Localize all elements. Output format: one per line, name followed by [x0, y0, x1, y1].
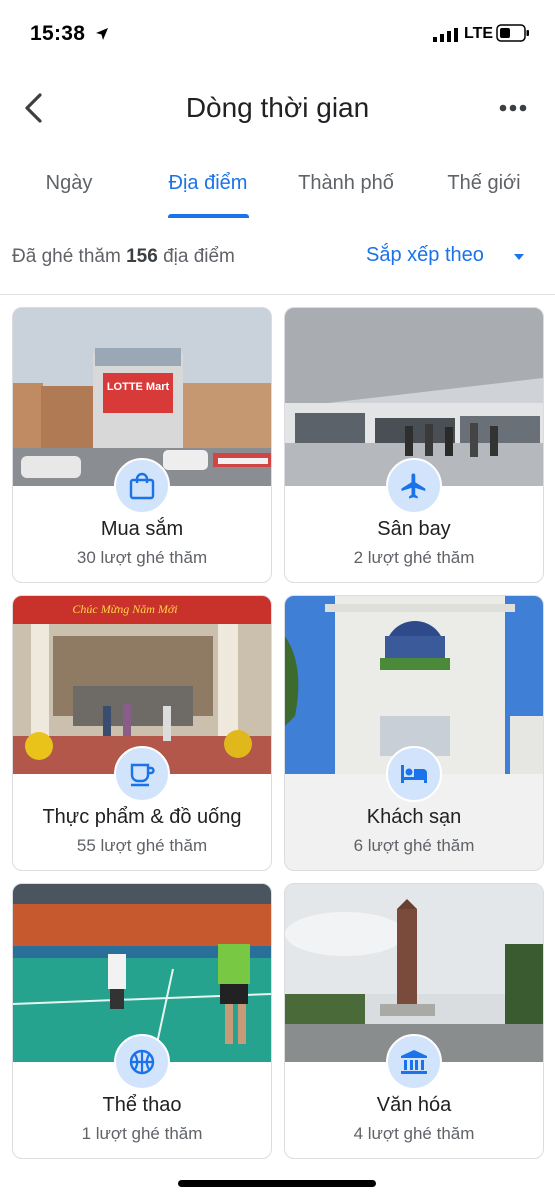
museum-icon — [401, 1050, 427, 1074]
tab-world[interactable]: Thế giới — [447, 172, 520, 195]
sort-button[interactable]: Sắp xếp theo — [366, 244, 484, 267]
status-bar: 15:38 LTE — [0, 0, 555, 70]
more-vert-icon[interactable] — [496, 98, 530, 118]
summary-prefix: Đã ghé thăm — [12, 246, 121, 267]
status-time: 15:38 — [30, 22, 86, 45]
tab-bar: Ngày Địa điểm Thành phố Thế giới — [0, 160, 555, 222]
app-bar: Dòng thời gian — [0, 78, 555, 138]
category-name: Khách sạn — [366, 806, 462, 828]
tab-places[interactable]: Địa điểm — [169, 172, 248, 195]
coffee-cup-icon — [130, 763, 155, 787]
category-name: Sân bay — [377, 518, 451, 540]
hotel-badge — [386, 746, 442, 802]
tab-cities[interactable]: Thành phố — [298, 172, 394, 195]
category-card-food-drink[interactable]: Chúc Mừng Năm Mới Thực phẩm & đồ uống 55… — [12, 595, 272, 871]
category-card-airport[interactable]: Sân bay 2 lượt ghé thăm — [284, 307, 544, 583]
visit-count: 2 lượt ghé thăm — [353, 548, 475, 567]
airplane-icon — [401, 473, 426, 499]
banner-text: Chúc Mừng Năm Mới — [72, 602, 177, 616]
category-card-shopping[interactable]: LOTTE Mart Mua sắm 30 lượt ghé thăm — [12, 307, 272, 583]
chevron-down-icon[interactable] — [513, 253, 525, 261]
location-arrow-icon — [96, 28, 108, 40]
active-tab-indicator — [168, 214, 249, 218]
category-card-sports[interactable]: Thể thao 1 lượt ghé thăm — [12, 883, 272, 1159]
battery-icon — [496, 24, 529, 42]
category-name: Mua sắm — [100, 518, 184, 540]
culture-badge — [386, 1034, 442, 1090]
sports-badge — [114, 1034, 170, 1090]
visit-count: 30 lượt ghé thăm — [76, 548, 208, 567]
category-card-hotel[interactable]: Khách sạn 6 lượt ghé thăm — [284, 595, 544, 871]
category-name: Thực phẩm & đồ uống — [42, 806, 242, 828]
network-type: LTE — [464, 25, 494, 42]
shopping-bag-icon — [129, 472, 155, 500]
home-indicator[interactable] — [178, 1180, 376, 1187]
store-sign: LOTTE Mart — [107, 381, 170, 393]
sports-ball-icon — [129, 1049, 155, 1075]
summary-count: 156 — [126, 246, 158, 267]
shopping-badge — [114, 458, 170, 514]
visited-summary: Đã ghé thăm 156 địa điểm — [12, 246, 235, 268]
divider — [0, 294, 555, 295]
category-name: Thể thao — [102, 1094, 182, 1116]
tab-day[interactable]: Ngày — [46, 172, 93, 195]
bed-icon — [401, 765, 427, 783]
visit-count: 1 lượt ghé thăm — [81, 1124, 203, 1143]
visit-count: 6 lượt ghé thăm — [353, 836, 475, 855]
signal-icon — [433, 28, 458, 42]
category-card-culture[interactable]: Văn hóa 4 lượt ghé thăm — [284, 883, 544, 1159]
airport-badge — [386, 458, 442, 514]
visit-count: 55 lượt ghé thăm — [76, 836, 208, 855]
page-title: Dòng thời gian — [185, 92, 370, 123]
food-drink-badge — [114, 746, 170, 802]
visit-count: 4 lượt ghé thăm — [353, 1124, 475, 1143]
category-name: Văn hóa — [376, 1094, 452, 1116]
summary-suffix: địa điểm — [163, 246, 235, 267]
